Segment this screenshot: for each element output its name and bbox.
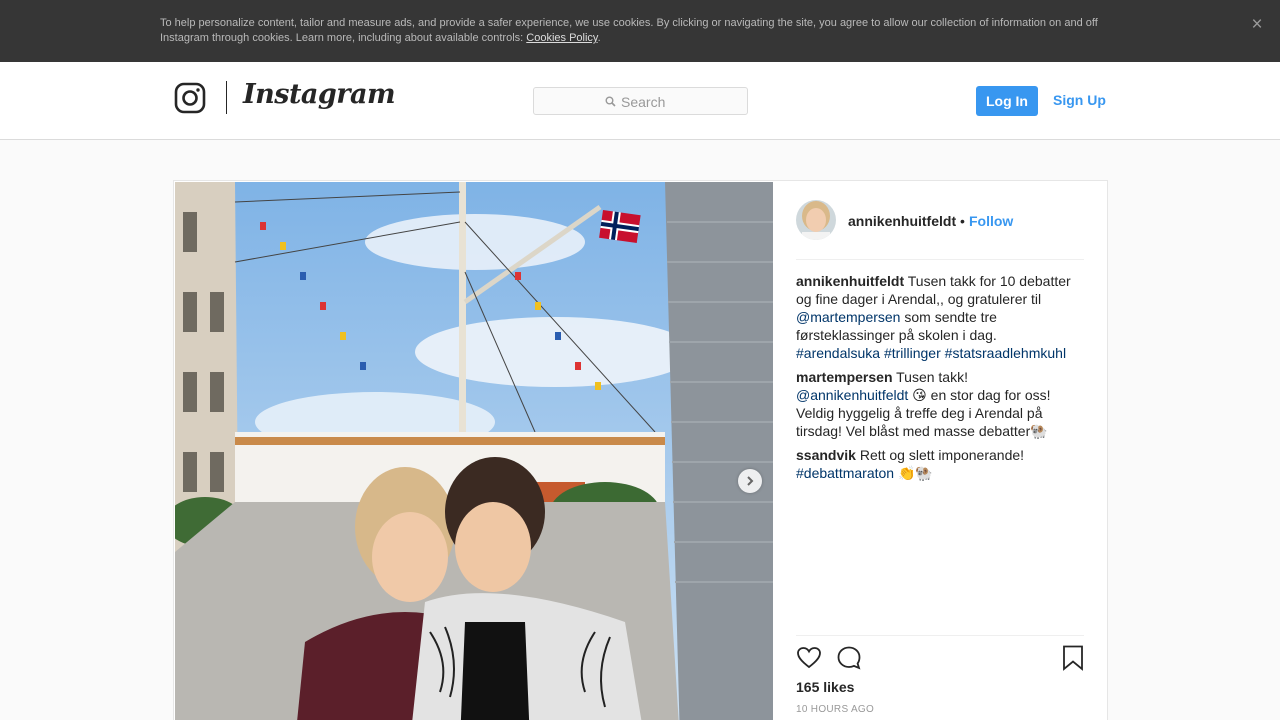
- cookies-policy-link[interactable]: Cookies Policy: [526, 32, 597, 44]
- search-icon: [605, 96, 616, 107]
- divider: [796, 635, 1084, 636]
- post-sidebar: annikenhuitfeldt • Follow annikenhuitfel…: [796, 181, 1084, 720]
- comment-text: Rett og slett imponerande!: [855, 447, 1025, 463]
- divider: [796, 259, 1084, 260]
- caption: annikenhuitfeldt Tusen takk for 10 debat…: [796, 272, 1084, 362]
- search-input[interactable]: Search: [533, 87, 748, 115]
- login-button[interactable]: Log In: [976, 86, 1038, 116]
- avatar-image: [796, 200, 836, 240]
- post-photo[interactable]: [175, 182, 773, 720]
- cookie-message: To help personalize content, tailor and …: [160, 17, 1098, 44]
- post-timestamp: 10 HOURS AGO: [796, 704, 875, 715]
- comment-text: Tusen takk!: [892, 369, 968, 385]
- chevron-right-icon: [747, 476, 754, 486]
- post-author[interactable]: annikenhuitfeldt: [848, 213, 956, 229]
- comment-item: martempersen Tusen takk! @annikenhuitfel…: [796, 368, 1084, 440]
- cookie-text: To help personalize content, tailor and …: [160, 16, 1110, 46]
- top-nav: Instagram Search Log In Sign Up: [0, 62, 1280, 140]
- logo-divider: [226, 81, 227, 114]
- comment-hashtag[interactable]: #debattmaraton: [796, 465, 894, 481]
- hashtag-link[interactable]: #trillinger: [884, 345, 941, 361]
- follow-button[interactable]: Follow: [969, 213, 1013, 229]
- cookie-suffix: .: [597, 32, 601, 44]
- comment-user[interactable]: martempersen: [796, 369, 893, 385]
- instagram-wordmark[interactable]: Instagram: [243, 79, 396, 110]
- comment-user[interactable]: ssandvik: [796, 447, 856, 463]
- search-placeholder: Search: [621, 94, 666, 110]
- avatar[interactable]: [796, 200, 836, 240]
- hashtag-link[interactable]: #arendalsuka: [796, 345, 880, 361]
- caption-user[interactable]: annikenhuitfeldt: [796, 273, 904, 289]
- comment-bubble-icon[interactable]: [836, 645, 862, 671]
- post-photo-illustration: [175, 182, 773, 720]
- signup-link[interactable]: Sign Up: [1053, 92, 1106, 108]
- bookmark-icon[interactable]: [1062, 645, 1084, 671]
- post-card: annikenhuitfeldt • Follow annikenhuitfel…: [173, 180, 1108, 720]
- comment-mention[interactable]: @annikenhuitfeldt: [796, 387, 908, 403]
- next-photo-button[interactable]: [738, 469, 762, 493]
- instagram-glyph-icon[interactable]: [174, 82, 206, 114]
- hashtag-link[interactable]: #statsraadlehmkuhl: [945, 345, 1066, 361]
- heart-icon[interactable]: [796, 645, 822, 671]
- comment-text-2: 👏🐏: [894, 465, 933, 481]
- cookie-banner: To help personalize content, tailor and …: [0, 0, 1280, 62]
- separator-dot: •: [960, 213, 965, 229]
- caption-mention[interactable]: @martempersen: [796, 309, 900, 325]
- likes-count[interactable]: 165 likes: [796, 679, 854, 695]
- comment-item: ssandvik Rett og slett imponerande! #deb…: [796, 446, 1084, 482]
- close-icon[interactable]: ×: [1247, 15, 1267, 35]
